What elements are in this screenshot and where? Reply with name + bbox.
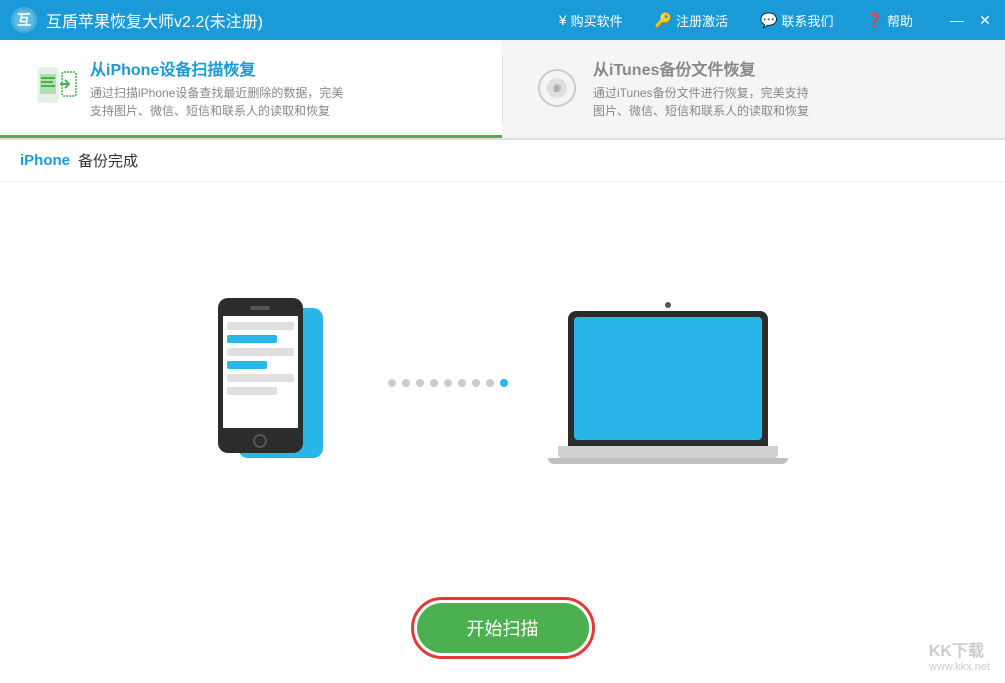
phone-front: [218, 298, 303, 453]
screen-line-3: [227, 348, 294, 356]
iphone-scan-title: 从iPhone设备扫描恢复: [90, 56, 343, 80]
button-area: 开始扫描: [0, 583, 1005, 683]
svg-text:♪: ♪: [553, 81, 559, 95]
dot-5: [458, 379, 466, 387]
tab-iphone-scan[interactable]: 从iPhone设备扫描恢复 通过扫描iPhone设备查找最近删除的数据，完美支持…: [0, 40, 502, 138]
minimize-button[interactable]: —: [947, 10, 967, 30]
window-controls: — ✕: [947, 10, 995, 30]
start-scan-button[interactable]: 开始扫描: [417, 603, 589, 653]
laptop-base-bottom: [548, 458, 788, 464]
screen-line-5: [227, 374, 294, 382]
close-button[interactable]: ✕: [975, 10, 995, 30]
dot-3: [430, 379, 438, 387]
laptop-screen-display: [574, 317, 762, 440]
tab-bar: 从iPhone设备扫描恢复 通过扫描iPhone设备查找最近删除的数据，完美支持…: [0, 40, 1005, 140]
laptop-camera: [665, 302, 671, 308]
titlebar-left: 互 互盾苹果恢复大师v2.2(未注册): [10, 6, 263, 34]
screen-line-1: [227, 322, 294, 330]
watermark-brand: KK下载: [929, 637, 990, 661]
dot-0: [388, 379, 396, 387]
dot-1: [402, 379, 410, 387]
dot-6: [472, 379, 480, 387]
titlebar-right: ¥ 购买软件 🔑 注册激活 💬 联系我们 ❓ 帮助 — ✕: [551, 7, 995, 34]
svg-text:互: 互: [17, 12, 31, 28]
illustration-area: [0, 182, 1005, 583]
itunes-backup-desc: 通过iTunes备份文件进行恢复，完美支持图片、微信、短信和联系人的读取和恢复: [593, 84, 809, 120]
contact-button[interactable]: 💬 联系我们: [752, 7, 841, 34]
tab-itunes-backup[interactable]: ♪ 从iTunes备份文件恢复 通过iTunes备份文件进行恢复，完美支持图片、…: [503, 40, 1005, 138]
iphone-scan-icon: [30, 64, 78, 112]
iphone-scan-text-group: 从iPhone设备扫描恢复 通过扫描iPhone设备查找最近删除的数据，完美支持…: [90, 56, 343, 120]
register-button[interactable]: 🔑 注册激活: [647, 7, 736, 34]
help-icon: ❓: [866, 12, 883, 29]
dot-7: [486, 379, 494, 387]
laptop-screen: [568, 311, 768, 446]
phone-speaker: [250, 306, 270, 310]
screen-line-2: [227, 335, 277, 343]
buy-icon: ¥: [559, 12, 567, 28]
watermark: KK下载 www.kkx.net: [929, 637, 990, 673]
screen-line-4: [227, 361, 267, 369]
main-content: iPhone 备份完成: [0, 140, 1005, 683]
status-text: 备份完成: [78, 150, 138, 171]
buy-button[interactable]: ¥ 购买软件: [551, 7, 631, 34]
status-bar: iPhone 备份完成: [0, 140, 1005, 182]
screen-line-6: [227, 387, 277, 395]
phone-home-button: [253, 434, 267, 448]
itunes-backup-text-group: 从iTunes备份文件恢复 通过iTunes备份文件进行恢复，完美支持图片、微信…: [593, 56, 809, 120]
phone-illustration: [218, 298, 348, 468]
laptop-illustration: [548, 302, 788, 464]
help-button[interactable]: ❓ 帮助: [858, 7, 921, 34]
itunes-backup-icon: ♪: [533, 64, 581, 112]
app-logo-icon: 互: [10, 6, 38, 34]
dot-4: [444, 379, 452, 387]
device-name[interactable]: iPhone: [20, 152, 70, 169]
dot-2: [416, 379, 424, 387]
iphone-scan-desc: 通过扫描iPhone设备查找最近删除的数据，完美支持图片、微信、短信和联系人的读…: [90, 84, 343, 120]
contact-icon: 💬: [760, 12, 777, 29]
phone-screen: [223, 316, 298, 428]
transfer-dots: [388, 379, 508, 387]
laptop-base: [558, 446, 778, 458]
titlebar: 互 互盾苹果恢复大师v2.2(未注册) ¥ 购买软件 🔑 注册激活 💬 联系我们…: [0, 0, 1005, 40]
app-title: 互盾苹果恢复大师v2.2(未注册): [46, 8, 263, 32]
register-icon: 🔑: [655, 12, 672, 29]
screen-content: [223, 316, 298, 406]
dot-8: [500, 379, 508, 387]
watermark-url: www.kkx.net: [929, 661, 990, 673]
itunes-backup-title: 从iTunes备份文件恢复: [593, 56, 809, 80]
